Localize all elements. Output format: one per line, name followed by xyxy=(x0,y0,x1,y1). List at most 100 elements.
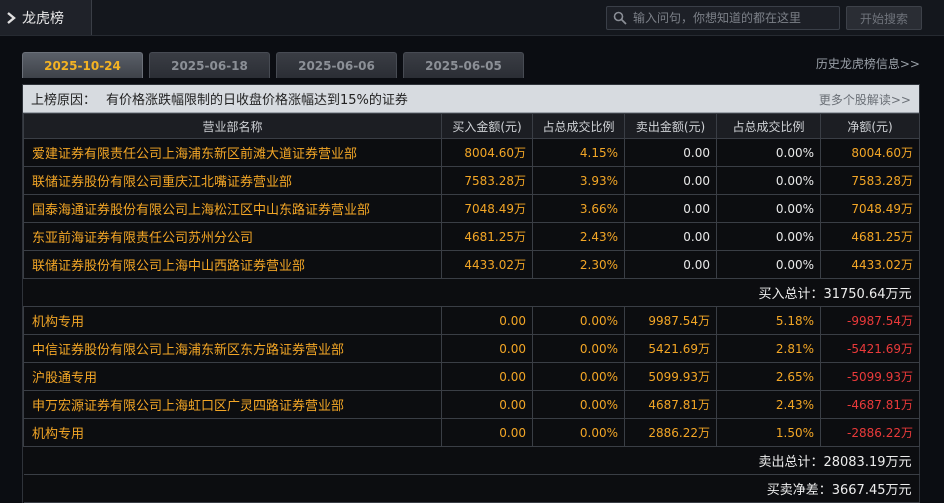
sell-percent: 2.65% xyxy=(716,362,821,391)
dragon-tiger-panel: 上榜原因： 有价格涨跌幅限制的日收盘价格涨幅达到15%的证券 更多个股解读>> … xyxy=(22,84,920,503)
net-amount: -5099.93万 xyxy=(820,362,920,391)
net-amount: 7048.49万 xyxy=(820,194,920,223)
sell-percent: 5.18% xyxy=(716,306,821,335)
chevron-right-icon xyxy=(0,11,22,24)
tab-date-3[interactable]: 2025-06-06 xyxy=(276,52,397,78)
net-total-value: 3667.45万元 xyxy=(831,483,912,498)
table-row[interactable]: 机构专用 0.00 0.00% 2886.22万 1.50% -2886.22万 xyxy=(23,418,920,447)
tab-date-2[interactable]: 2025-06-18 xyxy=(149,52,270,78)
net-amount: -4687.81万 xyxy=(820,390,920,419)
buy-total-row: 买入总计：31750.64万元 xyxy=(23,278,920,307)
sell-percent: 2.43% xyxy=(716,390,821,419)
reason-key: 上榜原因： xyxy=(31,93,97,108)
date-tabs: 2025-10-24 2025-06-18 2025-06-06 2025-06… xyxy=(22,52,530,78)
broker-name[interactable]: 联储证券股份有限公司重庆江北嘴证券营业部 xyxy=(23,166,442,195)
sell-total-label: 卖出总计： xyxy=(758,455,824,470)
column-header: 占总成交比例 xyxy=(716,113,821,139)
sell-percent: 0.00% xyxy=(716,250,821,279)
top-bar: 龙虎榜 开始搜索 xyxy=(0,0,944,36)
search-input[interactable] xyxy=(633,11,839,25)
buy-percent: 0.00% xyxy=(532,418,625,447)
table-row[interactable]: 东亚前海证券有限责任公司苏州分公司 4681.25万 2.43% 0.00 0.… xyxy=(23,222,920,251)
buy-percent: 2.43% xyxy=(532,222,625,251)
net-amount: 7583.28万 xyxy=(820,166,920,195)
table-row[interactable]: 爱建证券有限责任公司上海浦东新区前滩大道证券营业部 8004.60万 4.15%… xyxy=(23,138,920,167)
table-header-row: 营业部名称 买入金额(元) 占总成交比例 卖出金额(元) 占总成交比例 净额(元… xyxy=(23,113,920,139)
buy-percent: 0.00% xyxy=(532,362,625,391)
sell-total: 卖出总计：28083.19万元 xyxy=(23,446,920,475)
sell-amount: 0.00 xyxy=(624,194,717,223)
buy-amount: 4433.02万 xyxy=(441,250,533,279)
buy-percent: 3.66% xyxy=(532,194,625,223)
table-row[interactable]: 中信证券股份有限公司上海浦东新区东方路证券营业部 0.00 0.00% 5421… xyxy=(23,334,920,363)
buy-amount: 7583.28万 xyxy=(441,166,533,195)
history-link[interactable]: 历史龙虎榜信息>> xyxy=(816,55,920,72)
listing-reason-bar: 上榜原因： 有价格涨跌幅限制的日收盘价格涨幅达到15%的证券 更多个股解读>> xyxy=(23,85,919,113)
column-header: 净额(元) xyxy=(820,113,920,139)
table-row[interactable]: 联储证券股份有限公司上海中山西路证券营业部 4433.02万 2.30% 0.0… xyxy=(23,250,920,279)
buy-amount: 7048.49万 xyxy=(441,194,533,223)
window-title-tab[interactable]: 龙虎榜 xyxy=(0,0,92,35)
net-amount: -2886.22万 xyxy=(820,418,920,447)
table-row[interactable]: 机构专用 0.00 0.00% 9987.54万 5.18% -9987.54万 xyxy=(23,306,920,335)
table-row[interactable]: 联储证券股份有限公司重庆江北嘴证券营业部 7583.28万 3.93% 0.00… xyxy=(23,166,920,195)
broker-name[interactable]: 国泰海通证券股份有限公司上海松江区中山东路证券营业部 xyxy=(23,194,442,223)
buy-amount: 4681.25万 xyxy=(441,222,533,251)
broker-name[interactable]: 申万宏源证券有限公司上海虹口区广灵四路证券营业部 xyxy=(23,390,442,419)
buy-amount: 0.00 xyxy=(441,390,533,419)
reason-text: 有价格涨跌幅限制的日收盘价格涨幅达到15%的证券 xyxy=(106,93,408,108)
sell-amount: 0.00 xyxy=(624,138,717,167)
buy-total-label: 买入总计： xyxy=(758,287,824,302)
net-total-row: 买卖净差：3667.45万元 xyxy=(23,474,920,503)
buy-percent: 0.00% xyxy=(532,334,625,363)
search-button[interactable]: 开始搜索 xyxy=(846,6,922,30)
sell-amount: 2886.22万 xyxy=(624,418,717,447)
broker-name[interactable]: 中信证券股份有限公司上海浦东新区东方路证券营业部 xyxy=(23,334,442,363)
broker-name[interactable]: 联储证券股份有限公司上海中山西路证券营业部 xyxy=(23,250,442,279)
broker-name[interactable]: 爱建证券有限责任公司上海浦东新区前滩大道证券营业部 xyxy=(23,138,442,167)
broker-name[interactable]: 机构专用 xyxy=(23,306,442,335)
net-amount: 4433.02万 xyxy=(820,250,920,279)
buy-amount: 0.00 xyxy=(441,306,533,335)
net-total: 买卖净差：3667.45万元 xyxy=(23,474,920,503)
window-title: 龙虎榜 xyxy=(22,10,64,27)
tab-date-1[interactable]: 2025-10-24 xyxy=(22,52,143,78)
buy-percent: 0.00% xyxy=(532,306,625,335)
buy-total-value: 31750.64万元 xyxy=(823,287,912,302)
search-box[interactable] xyxy=(606,6,840,30)
sell-amount: 5421.69万 xyxy=(624,334,717,363)
column-header: 营业部名称 xyxy=(23,113,442,139)
sell-amount: 0.00 xyxy=(624,222,717,251)
broker-name[interactable]: 机构专用 xyxy=(23,418,442,447)
net-amount: -9987.54万 xyxy=(820,306,920,335)
broker-name[interactable]: 东亚前海证券有限责任公司苏州分公司 xyxy=(23,222,442,251)
buy-amount: 0.00 xyxy=(441,362,533,391)
broker-name[interactable]: 沪股通专用 xyxy=(23,362,442,391)
sell-amount: 5099.93万 xyxy=(624,362,717,391)
search-icon xyxy=(607,11,633,25)
net-amount: -5421.69万 xyxy=(820,334,920,363)
buy-amount: 0.00 xyxy=(441,334,533,363)
buy-percent: 4.15% xyxy=(532,138,625,167)
sell-percent: 1.50% xyxy=(716,418,821,447)
sell-percent: 0.00% xyxy=(716,194,821,223)
table-row[interactable]: 国泰海通证券股份有限公司上海松江区中山东路证券营业部 7048.49万 3.66… xyxy=(23,194,920,223)
buy-amount: 8004.60万 xyxy=(441,138,533,167)
sell-amount: 9987.54万 xyxy=(624,306,717,335)
buy-percent: 3.93% xyxy=(532,166,625,195)
tab-date-4[interactable]: 2025-06-05 xyxy=(403,52,524,78)
sell-amount: 4687.81万 xyxy=(624,390,717,419)
table-row[interactable]: 沪股通专用 0.00 0.00% 5099.93万 2.65% -5099.93… xyxy=(23,362,920,391)
buy-total: 买入总计：31750.64万元 xyxy=(23,278,920,307)
column-header: 买入金额(元) xyxy=(441,113,533,139)
net-amount: 4681.25万 xyxy=(820,222,920,251)
sell-amount: 0.00 xyxy=(624,166,717,195)
table-row[interactable]: 申万宏源证券有限公司上海虹口区广灵四路证券营业部 0.00 0.00% 4687… xyxy=(23,390,920,419)
net-total-label: 买卖净差： xyxy=(766,483,832,498)
sell-amount: 0.00 xyxy=(624,250,717,279)
buy-amount: 0.00 xyxy=(441,418,533,447)
more-analysis-link[interactable]: 更多个股解读>> xyxy=(819,91,911,108)
broker-table: 营业部名称 买入金额(元) 占总成交比例 卖出金额(元) 占总成交比例 净额(元… xyxy=(23,113,920,503)
column-header: 卖出金额(元) xyxy=(624,113,717,139)
sell-total-row: 卖出总计：28083.19万元 xyxy=(23,446,920,475)
